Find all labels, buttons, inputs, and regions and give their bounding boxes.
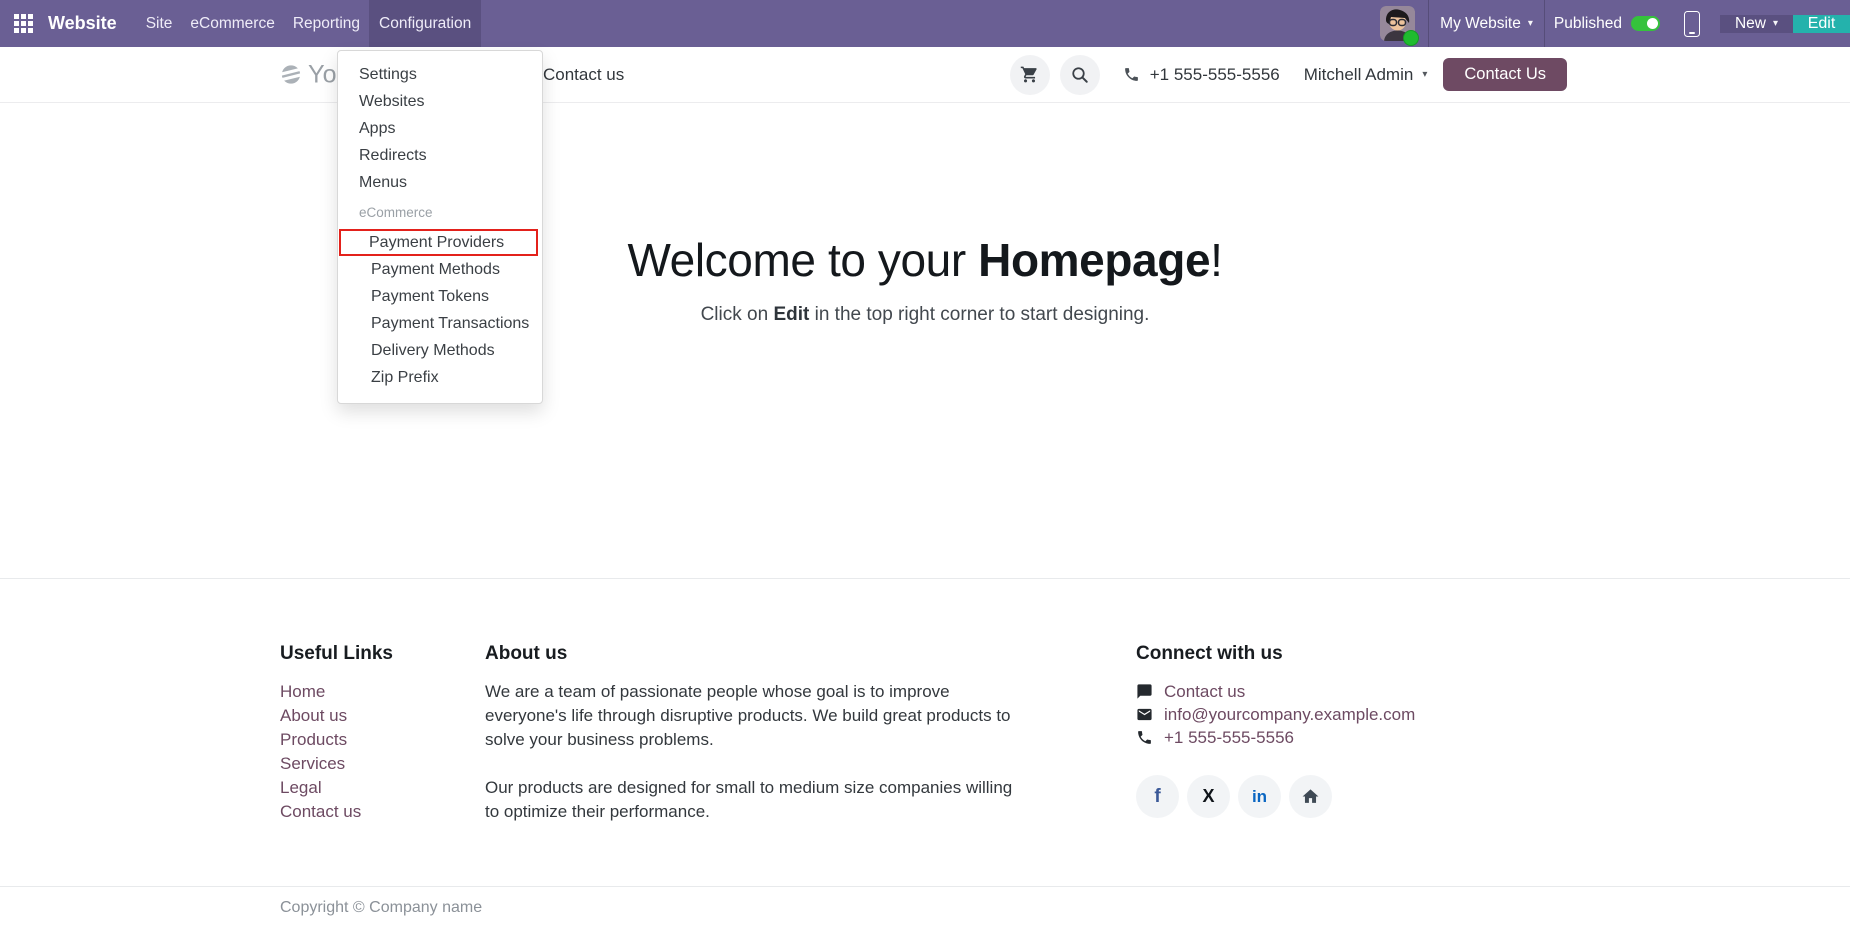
subtitle-bold: Edit bbox=[773, 304, 809, 325]
footer-column-title: Connect with us bbox=[1136, 643, 1415, 665]
x-button[interactable]: X bbox=[1187, 775, 1230, 818]
x-icon: X bbox=[1202, 786, 1214, 807]
footer-connect: Connect with us Contact us info@yourcomp… bbox=[1136, 643, 1415, 818]
cart-button[interactable] bbox=[1010, 55, 1050, 95]
footer-column-title: Useful Links bbox=[280, 643, 485, 665]
title-suffix: ! bbox=[1210, 234, 1222, 286]
dropdown-item-zip-prefix[interactable]: Zip Prefix bbox=[338, 364, 542, 391]
about-paragraph-2: Our products are designed for small to m… bbox=[485, 776, 1017, 824]
menu-configuration[interactable]: Configuration bbox=[369, 0, 481, 47]
configuration-dropdown: Settings Websites Apps Redirects Menus e… bbox=[337, 50, 543, 404]
apps-grid-icon[interactable] bbox=[0, 0, 46, 47]
social-icons-row: f X in bbox=[1136, 775, 1415, 818]
dropdown-item-menus[interactable]: Menus bbox=[338, 169, 542, 196]
hero-section: Welcome to your Homepage! Click on Edit … bbox=[0, 103, 1850, 578]
connect-contact-link[interactable]: Contact us bbox=[1136, 680, 1415, 703]
title-prefix: Welcome to your bbox=[627, 234, 978, 286]
phone-icon bbox=[1123, 66, 1140, 83]
dropdown-section-ecommerce: eCommerce bbox=[338, 203, 542, 223]
dropdown-item-payment-providers[interactable]: Payment Providers bbox=[339, 229, 538, 256]
header-right: +1 555-555-5556 Mitchell Admin ▾ Contact… bbox=[1010, 55, 1567, 95]
page-title: Welcome to your Homepage! bbox=[0, 233, 1850, 288]
phone-icon bbox=[1136, 729, 1153, 746]
search-icon bbox=[1071, 66, 1089, 84]
edit-button[interactable]: Edit bbox=[1793, 15, 1850, 33]
published-control: Published bbox=[1545, 15, 1631, 33]
menu-ecommerce[interactable]: eCommerce bbox=[181, 0, 283, 47]
mobile-preview-icon[interactable] bbox=[1684, 11, 1700, 37]
user-name: Mitchell Admin bbox=[1304, 65, 1414, 85]
chevron-down-icon: ▾ bbox=[1773, 19, 1778, 29]
header-phone-number: +1 555-555-5556 bbox=[1150, 65, 1280, 85]
subtitle-prefix: Click on bbox=[701, 304, 774, 325]
linkedin-button[interactable]: in bbox=[1238, 775, 1281, 818]
connect-phone-label: +1 555-555-5556 bbox=[1164, 726, 1294, 749]
title-bold: Homepage bbox=[978, 234, 1210, 286]
dropdown-item-settings[interactable]: Settings bbox=[338, 61, 542, 88]
site-header: YourCompany Contact us +1 555-555-5556 M… bbox=[0, 47, 1850, 103]
footer-useful-links: Useful Links Home About us Products Serv… bbox=[280, 643, 485, 824]
website-switcher[interactable]: My Website ▾ bbox=[1429, 15, 1544, 33]
footer-link-about-us[interactable]: About us bbox=[280, 704, 485, 728]
hero-subtitle: Click on Edit in the top right corner to… bbox=[0, 304, 1850, 326]
grid-icon bbox=[14, 14, 33, 33]
website-switcher-label: My Website bbox=[1440, 15, 1521, 33]
dropdown-item-payment-tokens[interactable]: Payment Tokens bbox=[338, 283, 542, 310]
dropdown-item-apps[interactable]: Apps bbox=[338, 115, 542, 142]
connect-contact-label: Contact us bbox=[1164, 680, 1245, 703]
footer-link-products[interactable]: Products bbox=[280, 728, 485, 752]
footer-link-contact-us[interactable]: Contact us bbox=[280, 800, 485, 824]
new-button[interactable]: New ▾ bbox=[1720, 15, 1793, 33]
connect-email-link[interactable]: info@yourcompany.example.com bbox=[1136, 703, 1415, 726]
dropdown-item-payment-transactions[interactable]: Payment Transactions bbox=[338, 310, 542, 337]
linkedin-icon: in bbox=[1252, 787, 1267, 807]
about-paragraph-1: We are a team of passionate people whose… bbox=[485, 680, 1017, 752]
navbar-right: My Website ▾ Published New ▾ Edit bbox=[1380, 0, 1850, 47]
dropdown-item-websites[interactable]: Websites bbox=[338, 88, 542, 115]
contact-us-button[interactable]: Contact Us bbox=[1443, 58, 1567, 91]
chat-bubble-icon bbox=[1136, 683, 1153, 700]
home-icon bbox=[1301, 787, 1320, 806]
header-nav-contact-us[interactable]: Contact us bbox=[543, 65, 624, 85]
backend-navbar: Website Site eCommerce Reporting Configu… bbox=[0, 0, 1850, 47]
homepage-button[interactable] bbox=[1289, 775, 1332, 818]
published-toggle[interactable] bbox=[1631, 16, 1660, 31]
dropdown-item-payment-methods[interactable]: Payment Methods bbox=[338, 256, 542, 283]
menu-site[interactable]: Site bbox=[137, 0, 182, 47]
search-button[interactable] bbox=[1060, 55, 1100, 95]
subtitle-suffix: in the top right corner to start designi… bbox=[809, 304, 1149, 325]
header-phone-link[interactable]: +1 555-555-5556 bbox=[1123, 65, 1280, 85]
copyright-bar: Copyright © Company name bbox=[0, 886, 1850, 929]
new-button-label: New bbox=[1735, 15, 1766, 33]
logo-sphere-icon bbox=[280, 64, 302, 86]
dropdown-item-delivery-methods[interactable]: Delivery Methods bbox=[338, 337, 542, 364]
connect-email-label: info@yourcompany.example.com bbox=[1164, 703, 1415, 726]
facebook-icon: f bbox=[1154, 786, 1160, 808]
footer-link-services[interactable]: Services bbox=[280, 752, 485, 776]
footer-column-title: About us bbox=[485, 643, 1017, 665]
envelope-icon bbox=[1136, 706, 1153, 723]
connect-phone-link[interactable]: +1 555-555-5556 bbox=[1136, 726, 1415, 749]
chevron-down-icon: ▾ bbox=[1528, 19, 1533, 29]
cart-icon bbox=[1020, 65, 1039, 84]
facebook-button[interactable]: f bbox=[1136, 775, 1179, 818]
copyright-text: Copyright © Company name bbox=[265, 887, 1585, 929]
footer-link-home[interactable]: Home bbox=[280, 680, 485, 704]
user-avatar[interactable] bbox=[1380, 6, 1415, 41]
online-status-dot bbox=[1403, 30, 1419, 46]
menu-reporting[interactable]: Reporting bbox=[284, 0, 369, 47]
dropdown-item-redirects[interactable]: Redirects bbox=[338, 142, 542, 169]
app-name[interactable]: Website bbox=[46, 0, 137, 47]
chevron-down-icon: ▾ bbox=[1422, 70, 1427, 80]
site-footer: Useful Links Home About us Products Serv… bbox=[0, 578, 1850, 929]
footer-link-legal[interactable]: Legal bbox=[280, 776, 485, 800]
footer-about: About us We are a team of passionate peo… bbox=[485, 643, 1017, 848]
user-menu[interactable]: Mitchell Admin ▾ bbox=[1304, 65, 1428, 85]
published-label: Published bbox=[1554, 15, 1622, 33]
